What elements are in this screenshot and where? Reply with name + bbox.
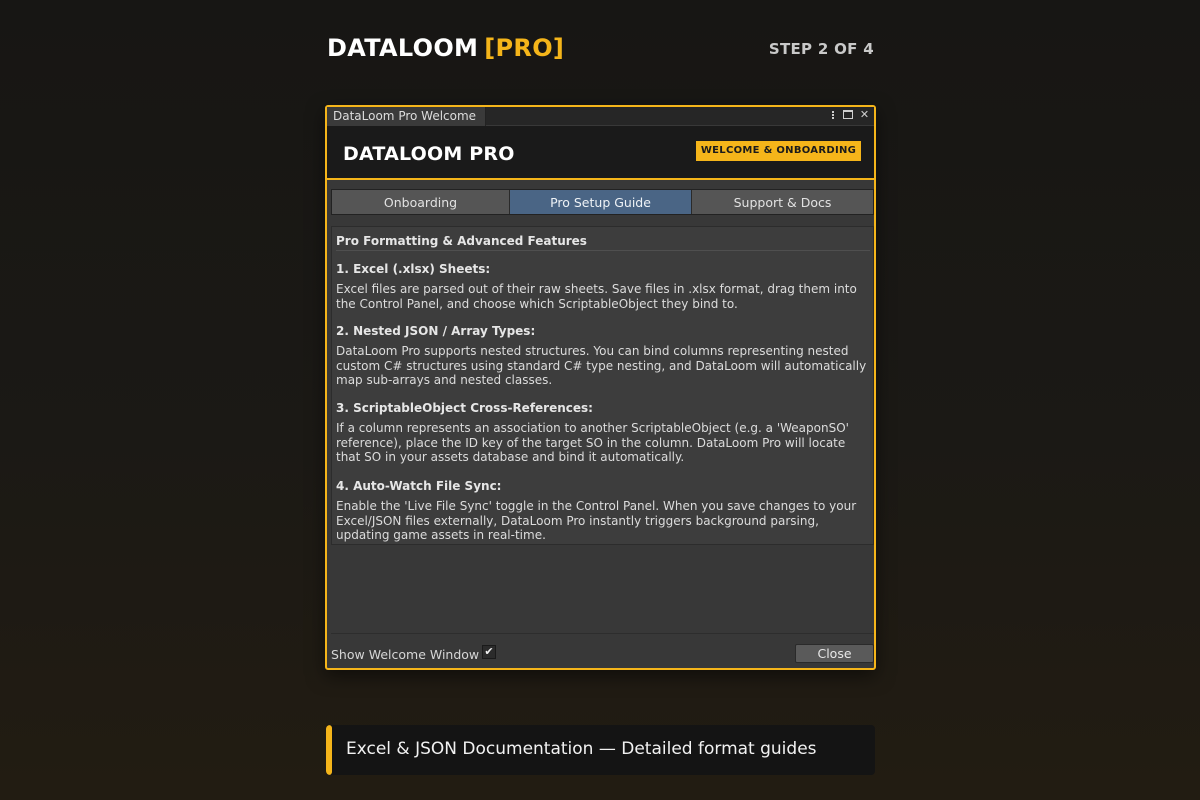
content-title: Pro Formatting & Advanced Features: [336, 234, 870, 251]
guide-content-panel: Pro Formatting & Advanced Features 1. Ex…: [331, 226, 874, 545]
header-badge: WELCOME & ONBOARDING: [696, 141, 861, 161]
window-title-tab[interactable]: DataLoom Pro Welcome: [327, 107, 486, 126]
section-heading: 4. Auto-Watch File Sync:: [336, 479, 502, 493]
checkmark-icon: ✔: [484, 645, 494, 658]
close-icon[interactable]: ✕: [859, 108, 870, 122]
brand-name: DATALOOM: [327, 34, 479, 62]
step-indicator: STEP 2 OF 4: [768, 40, 874, 58]
section-heading: 2. Nested JSON / Array Types:: [336, 324, 536, 338]
window-controls: ✕: [827, 108, 870, 122]
callout-accent-bar: [326, 725, 332, 775]
tab-pro-setup-guide[interactable]: Pro Setup Guide: [510, 190, 692, 214]
header-title: DATALOOM PRO: [343, 143, 515, 165]
documentation-callout[interactable]: Excel & JSON Documentation — Detailed fo…: [326, 725, 875, 775]
welcome-window: DataLoom Pro Welcome ✕ DATALOOM PRO WELC…: [325, 105, 876, 670]
close-button[interactable]: Close: [795, 644, 874, 663]
section-body: DataLoom Pro supports nested structures.…: [336, 344, 867, 388]
tab-onboarding[interactable]: Onboarding: [332, 190, 510, 214]
brand-logo: DATALOOM [PRO]: [327, 34, 564, 62]
section-heading: 1. Excel (.xlsx) Sheets:: [336, 262, 491, 276]
kebab-menu-icon[interactable]: [827, 108, 838, 122]
footer-divider: [331, 633, 874, 634]
show-welcome-checkbox[interactable]: ✔: [482, 645, 496, 659]
guide-section-excel: 1. Excel (.xlsx) Sheets: Excel files are…: [336, 262, 870, 311]
guide-section-file-sync: 4. Auto-Watch File Sync: Enable the 'Liv…: [336, 479, 870, 543]
window-header: DATALOOM PRO WELCOME & ONBOARDING: [327, 126, 874, 180]
tab-bar: Onboarding Pro Setup Guide Support & Doc…: [331, 189, 874, 215]
show-welcome-label: Show Welcome Window o: [331, 647, 491, 662]
section-body: Enable the 'Live File Sync' toggle in th…: [336, 499, 857, 543]
section-body: Excel files are parsed out of their raw …: [336, 282, 857, 311]
maximize-icon[interactable]: [843, 108, 854, 122]
guide-section-cross-references: 3. ScriptableObject Cross-References: If…: [336, 401, 870, 465]
guide-section-nested-json: 2. Nested JSON / Array Types: DataLoom P…: [336, 324, 870, 388]
window-titlebar: DataLoom Pro Welcome ✕: [327, 107, 874, 126]
brand-suffix: [PRO]: [484, 34, 565, 62]
section-body: If a column represents an association to…: [336, 421, 849, 465]
tab-support-docs[interactable]: Support & Docs: [692, 190, 873, 214]
callout-text: Excel & JSON Documentation — Detailed fo…: [346, 739, 817, 759]
section-heading: 3. ScriptableObject Cross-References:: [336, 401, 593, 415]
